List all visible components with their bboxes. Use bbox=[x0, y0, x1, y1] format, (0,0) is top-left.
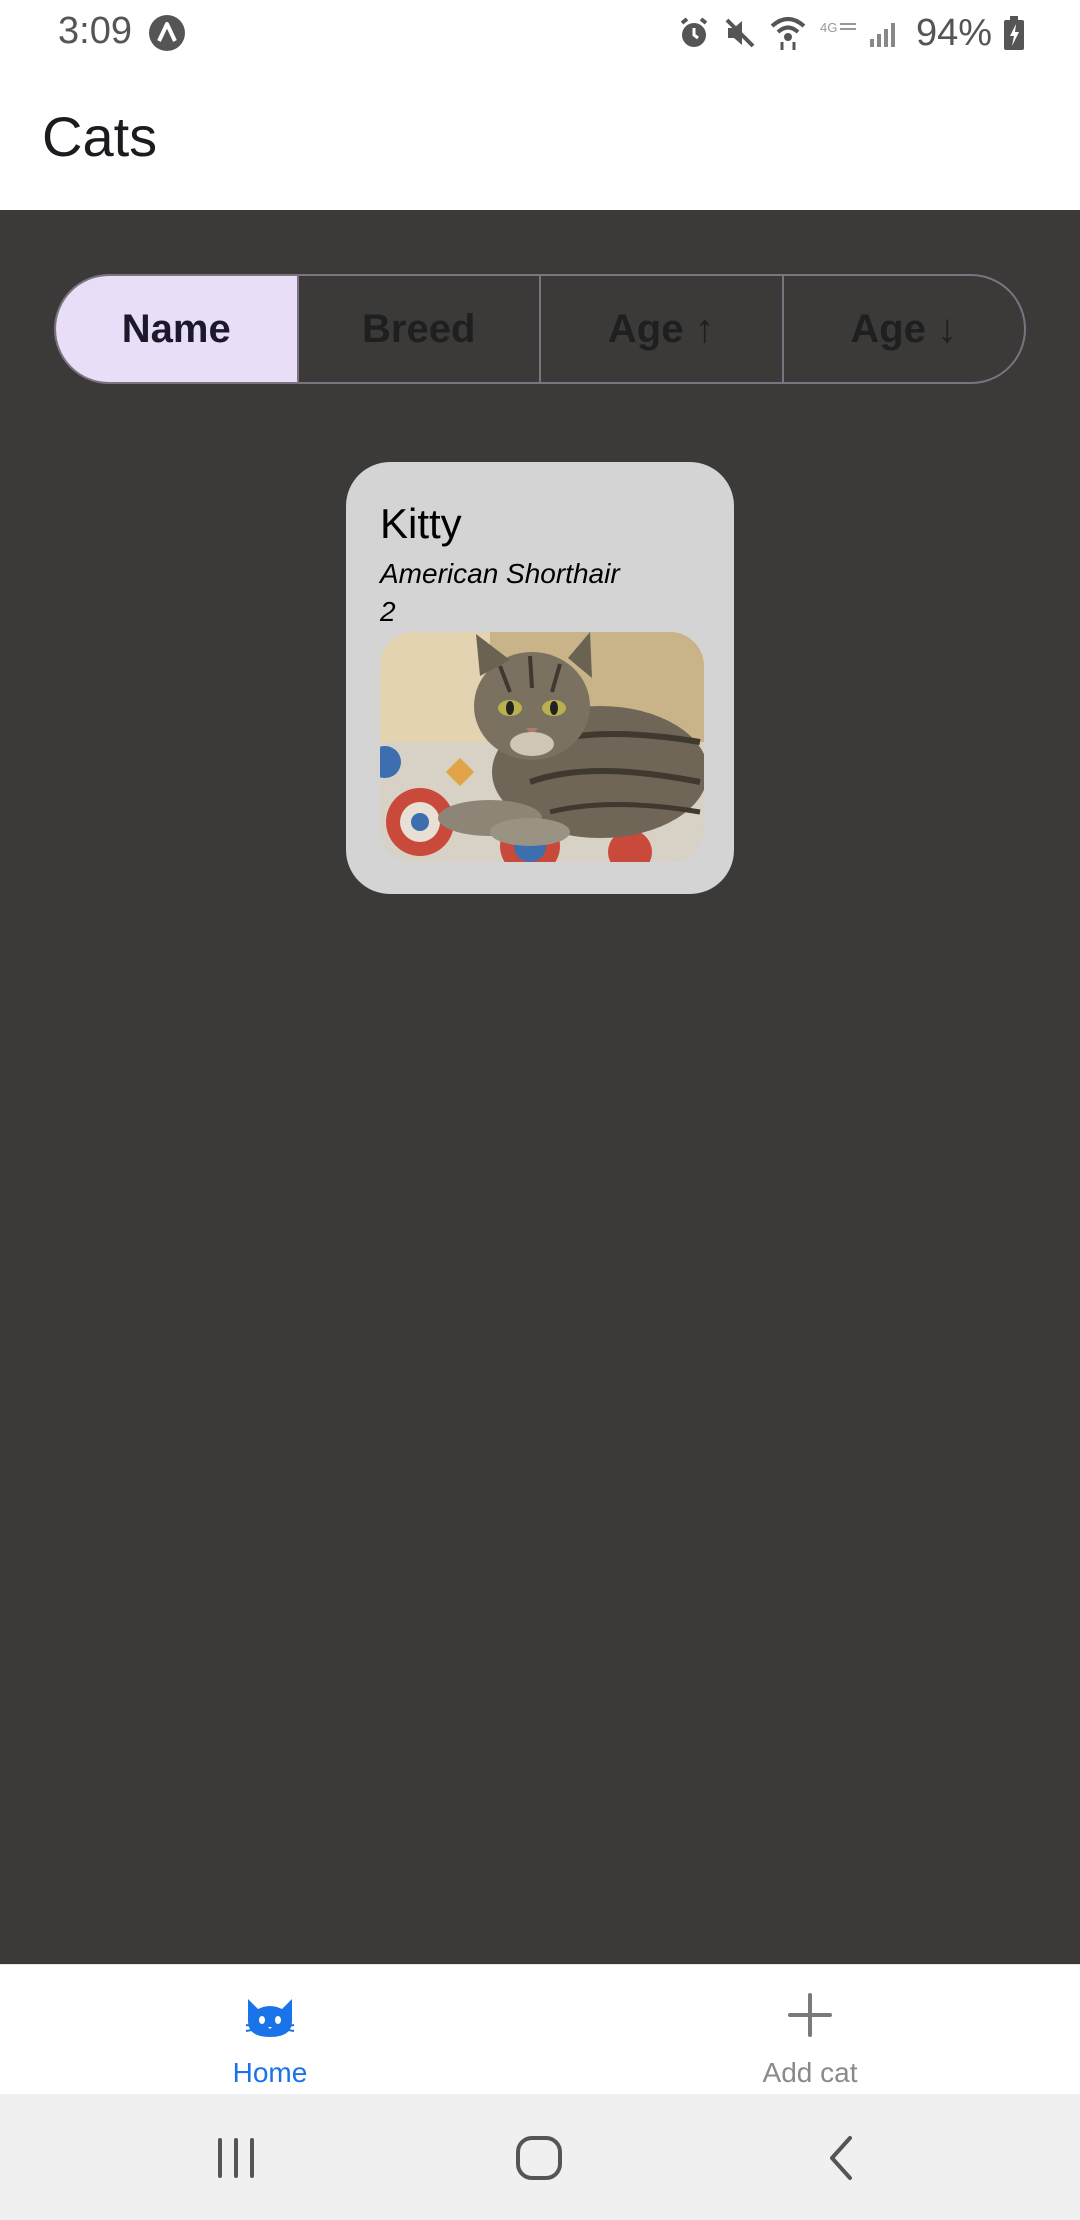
battery-percentage: 94% bbox=[915, 11, 992, 54]
plus-icon bbox=[788, 1993, 832, 2037]
status-icons: 4G 94% bbox=[676, 10, 1026, 56]
status-bar: 3:09 4G 94% bbox=[0, 0, 1080, 66]
svg-text:4G: 4G bbox=[820, 20, 837, 35]
cat-icon bbox=[245, 1999, 295, 2037]
alarm-icon bbox=[680, 17, 708, 47]
cat-breed: American Shorthair bbox=[380, 558, 620, 589]
nav-home-label: Home bbox=[232, 2057, 308, 2088]
nav-add-cat-label: Add cat bbox=[762, 2057, 858, 2088]
battery-charging-icon bbox=[1004, 16, 1024, 50]
wifi-icon bbox=[770, 17, 806, 50]
back-icon[interactable] bbox=[822, 2130, 862, 2186]
bottom-navigation: Home Add cat bbox=[0, 1964, 1080, 2094]
lte-icon: 4G bbox=[820, 20, 856, 35]
page-title: Cats bbox=[42, 105, 158, 168]
sort-by-age-ascending-button[interactable]: Age ↑ bbox=[541, 276, 784, 382]
signal-icon bbox=[869, 23, 895, 47]
app-notification-icon bbox=[149, 15, 185, 51]
status-time: 3:09 bbox=[58, 10, 132, 52]
sort-by-breed-button[interactable]: Breed bbox=[299, 276, 541, 382]
cat-age: 2 bbox=[380, 596, 396, 627]
cat-photo bbox=[380, 632, 704, 862]
home-circle-icon[interactable] bbox=[512, 2130, 568, 2186]
cat-name: Kitty bbox=[380, 500, 462, 547]
nav-add-cat-tab[interactable]: Add cat bbox=[540, 1965, 1080, 2095]
cat-card[interactable]: Kitty American Shorthair 2 bbox=[346, 462, 734, 894]
sort-by-name-button[interactable]: Name bbox=[56, 276, 299, 382]
recent-apps-icon[interactable] bbox=[214, 2130, 258, 2186]
sort-segmented-control: Name Breed Age ↑ Age ↓ bbox=[54, 274, 1026, 384]
screen: 3:09 4G 94% Cats Name Breed Age ↑ Age ↓ … bbox=[0, 0, 1080, 2220]
sort-by-age-descending-button[interactable]: Age ↓ bbox=[784, 276, 1025, 382]
cat-list-screen: Name Breed Age ↑ Age ↓ Kitty American Sh… bbox=[0, 210, 1080, 1964]
app-bar: Cats bbox=[0, 66, 1080, 210]
system-navigation-bar bbox=[0, 2094, 1080, 2220]
mute-icon bbox=[725, 18, 755, 48]
nav-home-tab[interactable]: Home bbox=[0, 1965, 540, 2095]
